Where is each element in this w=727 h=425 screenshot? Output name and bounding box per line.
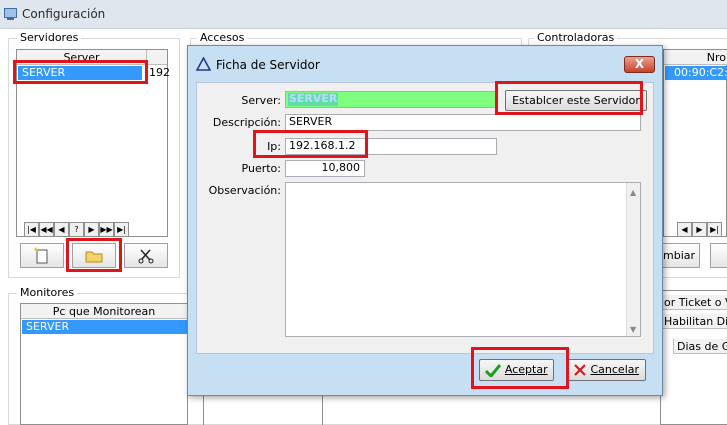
monitores-label: Monitores bbox=[17, 286, 78, 299]
port-label: Puerto: bbox=[241, 162, 281, 175]
nav-last-button[interactable]: ▶| bbox=[114, 222, 129, 237]
dialog-title: Ficha de Servidor bbox=[216, 58, 320, 72]
highlight-ip-field bbox=[253, 130, 368, 158]
nav-help-button[interactable]: ? bbox=[69, 222, 84, 237]
nav-next-button[interactable]: ▶ bbox=[84, 222, 99, 237]
scissors-icon bbox=[138, 249, 154, 264]
highlight-server-row bbox=[13, 60, 148, 84]
scroll-up-arrow-icon[interactable]: ▲ bbox=[630, 186, 636, 200]
nav-first-button[interactable]: |◀ bbox=[24, 222, 39, 237]
ctrl-nav-next-button[interactable]: ▶ bbox=[692, 222, 707, 237]
highlight-accept-button bbox=[471, 347, 569, 389]
observation-label: Observación: bbox=[208, 184, 281, 197]
dialog-form-panel: Server: SERVER Establcer este Servidor D… bbox=[196, 82, 654, 354]
nav-next-page-button[interactable]: ▶▶ bbox=[99, 222, 114, 237]
controladoras-label: Controladoras bbox=[534, 31, 618, 44]
monitores-right-grid[interactable]: or Ticket o Ve Habilitan Dire Dias de Gr bbox=[660, 290, 727, 425]
new-server-button[interactable] bbox=[20, 243, 64, 268]
server-value-selection bbox=[288, 93, 338, 106]
controladoras-list[interactable]: Nro 00:90:C2:E bbox=[663, 49, 727, 237]
column-header-ip[interactable] bbox=[147, 50, 167, 65]
ctrl-nav-last-button[interactable]: ▶| bbox=[707, 222, 722, 237]
app-icon bbox=[4, 8, 17, 20]
nav-prev-page-button[interactable]: ◀◀ bbox=[39, 222, 54, 237]
cancel-button[interactable]: Cancelar bbox=[566, 359, 646, 381]
monitores-list[interactable]: Pc que Monitorean SERVER bbox=[20, 303, 188, 425]
monitores-detail-panel bbox=[203, 396, 323, 425]
new-document-icon bbox=[34, 247, 48, 264]
servidores-label: Servidores bbox=[17, 31, 82, 44]
record-navigator: |◀ ◀◀ ◀ ? ▶ ▶▶ ▶| bbox=[24, 222, 129, 237]
server-label: Server: bbox=[241, 94, 281, 107]
column-header-dias[interactable]: Dias de Gr bbox=[673, 339, 727, 354]
cancel-button-label: Cancelar bbox=[590, 363, 640, 376]
port-field[interactable]: 10,800 bbox=[285, 160, 365, 177]
highlight-establish-button bbox=[495, 81, 643, 115]
controladoras-extra-button[interactable] bbox=[710, 243, 727, 268]
cross-icon bbox=[574, 364, 586, 376]
observation-scrollbar[interactable]: ▲ ▼ bbox=[626, 183, 640, 336]
list-item-ip-partial: 192 bbox=[149, 66, 170, 79]
window-titlebar: Configuración bbox=[0, 0, 727, 29]
dialog-titlebar: Ficha de Servidor X bbox=[188, 46, 662, 80]
nav-prev-button[interactable]: ◀ bbox=[54, 222, 69, 237]
highlight-folder-button bbox=[66, 238, 122, 272]
cut-button[interactable] bbox=[124, 243, 168, 268]
list-item-monitor[interactable]: SERVER bbox=[22, 320, 187, 334]
controladoras-navigator: ◀ ▶ ▶| bbox=[677, 222, 722, 237]
description-label: Descripción: bbox=[212, 116, 281, 129]
dialog-close-button[interactable]: X bbox=[624, 56, 655, 73]
column-header-nro[interactable]: Nro bbox=[664, 50, 727, 65]
column-header-pc[interactable]: Pc que Monitorean bbox=[21, 304, 187, 319]
window-title: Configuración bbox=[22, 7, 106, 21]
description-field[interactable]: SERVER bbox=[285, 114, 641, 131]
list-item-controladora[interactable]: 00:90:C2:E bbox=[665, 66, 727, 80]
column-header-habilitan[interactable]: Habilitan Dire bbox=[661, 314, 727, 329]
ctrl-nav-prev-button[interactable]: ◀ bbox=[677, 222, 692, 237]
scroll-down-arrow-icon[interactable]: ▼ bbox=[630, 323, 636, 337]
accesos-label: Accesos bbox=[197, 31, 248, 44]
observation-textarea[interactable]: ▲ ▼ bbox=[285, 182, 641, 337]
delta-icon bbox=[196, 57, 211, 71]
column-header-ticket[interactable]: or Ticket o Ve bbox=[661, 295, 727, 310]
